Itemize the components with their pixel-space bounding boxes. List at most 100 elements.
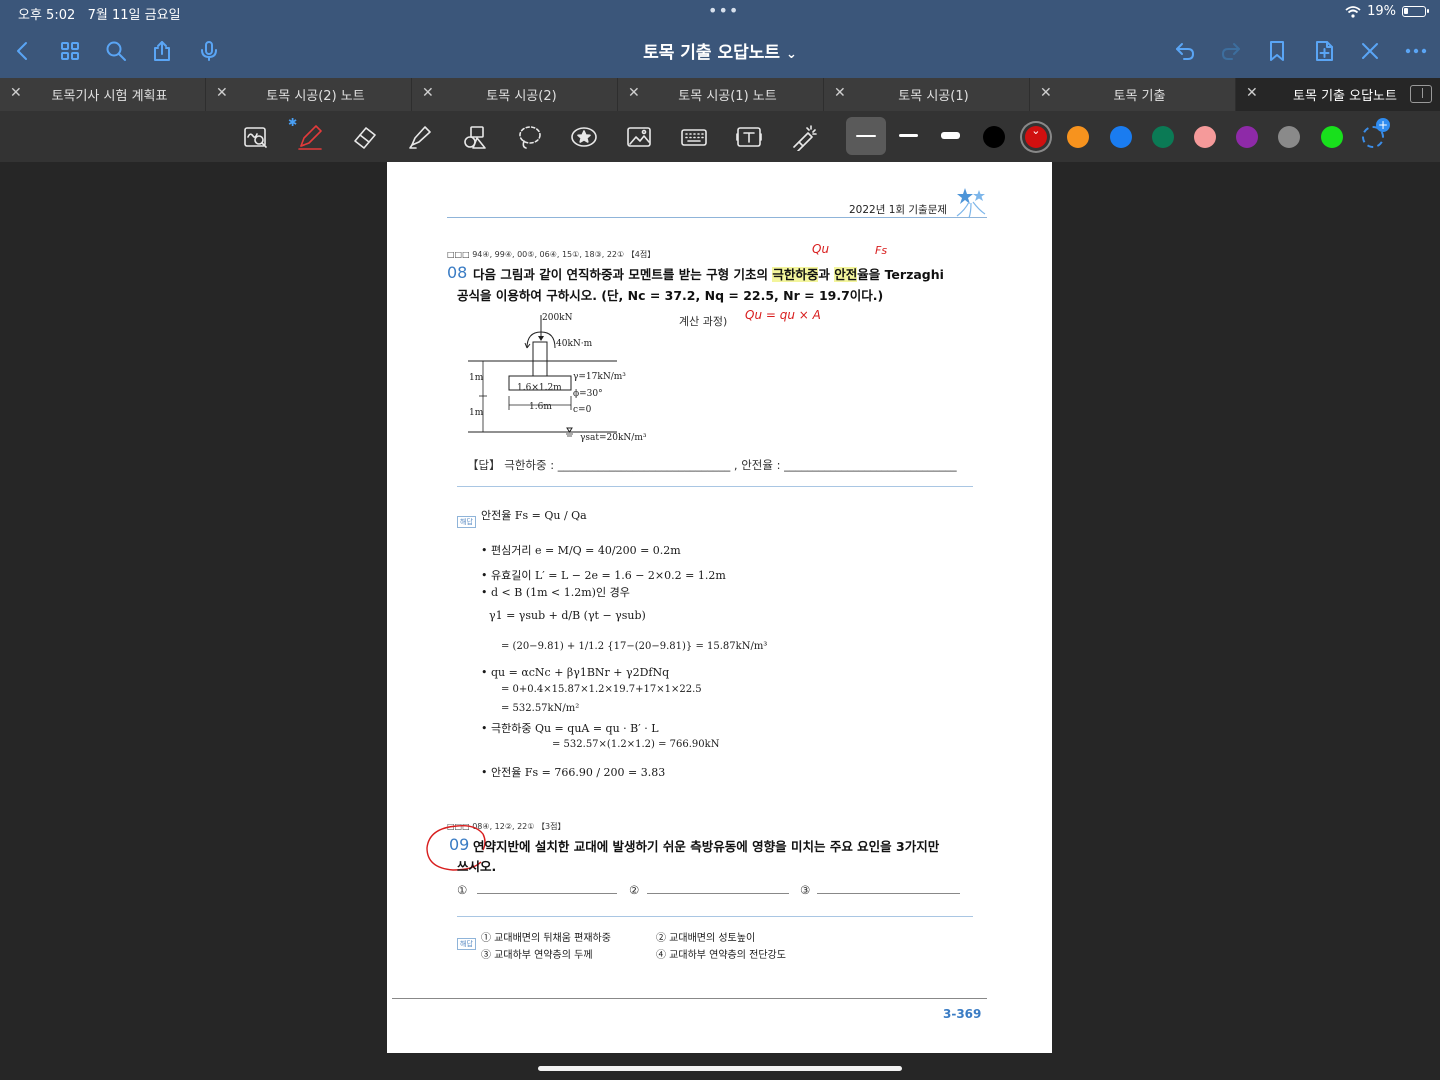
q09-blank-3[interactable]: ③	[800, 883, 810, 897]
tab-label: 토목 기출	[1113, 89, 1166, 104]
sol-line-3: • d < B (1m < 1.2m)인 경우	[481, 586, 630, 599]
solution-badge-text: 해답	[457, 516, 476, 528]
tab-construction-2[interactable]: ✕ 토목 시공(2)	[412, 78, 618, 111]
blank-number: ③	[800, 883, 811, 897]
app-header: 오후 5:02 7월 11일 금요일 ••• 19% 토목 기출 오답노트 ⌄	[0, 0, 1440, 78]
page-number: 3-369	[943, 1007, 982, 1021]
sol-line-11: • 안전율 Fs = 766.90 / 200 = 3.83	[481, 766, 666, 779]
q08-text-a: 다음 그림과 같이 연직하중과 모멘트를 받는 구형 기초의	[473, 267, 773, 282]
color-swatch[interactable]	[983, 126, 1005, 148]
color-swatch[interactable]	[1320, 126, 1343, 148]
tab-close-icon[interactable]: ✕	[834, 85, 846, 101]
tab-exam-plan[interactable]: ✕ 토목기사 시험 계획표	[0, 78, 206, 111]
q09-answer-4: ④ 교대하부 연약층의 전단강도	[656, 950, 786, 961]
fig-phi: ϕ=30°	[573, 389, 603, 399]
fig-width: 1.6m	[529, 402, 552, 412]
q09-text-line2: 쓰시오.	[457, 859, 497, 874]
color-swatch[interactable]	[1109, 126, 1132, 148]
drawing-toolbar	[0, 111, 1440, 162]
tab-close-icon[interactable]: ✕	[628, 85, 640, 101]
footing-figure	[468, 315, 617, 437]
sol-line-8: = 532.57kN/m²	[501, 703, 580, 714]
stroke-medium-option[interactable]	[899, 134, 918, 137]
grid-icon[interactable]	[55, 36, 85, 66]
tab-label: 토목 시공(2)	[486, 89, 557, 104]
fig-gamma: γ=17kN/m³	[573, 372, 626, 382]
tab-close-icon[interactable]: ✕	[422, 85, 434, 101]
zoom-lasso-icon[interactable]	[238, 119, 274, 155]
stars-decoration-icon	[956, 188, 986, 219]
q08-text-line1: 다음 그림과 같이 연직하중과 모멘트를 받는 구형 기초의 극한하중과 안전율…	[473, 264, 944, 283]
q08-highlight-safety: 안전	[834, 267, 858, 282]
calc-process-label: 계산 과정)	[679, 315, 728, 328]
add-page-icon[interactable]	[1309, 36, 1339, 66]
chevron-down-icon[interactable]: ⌄	[786, 47, 797, 62]
status-date: 7월 11일 금요일	[87, 8, 181, 23]
tab-construction-2-note[interactable]: ✕ 토목 시공(2) 노트	[206, 78, 412, 111]
mic-icon[interactable]	[194, 36, 224, 66]
tab-past-exams[interactable]: ✕ 토목 기출	[1030, 78, 1236, 111]
add-color-button[interactable]: +	[1362, 118, 1390, 148]
sticker-icon[interactable]	[566, 119, 602, 155]
image-icon[interactable]	[621, 119, 657, 155]
blank-line	[477, 893, 617, 894]
tab-close-icon[interactable]: ✕	[1246, 85, 1258, 101]
highlighter-icon[interactable]	[402, 119, 438, 155]
color-swatch[interactable]	[1194, 126, 1216, 148]
shapes-icon[interactable]	[457, 119, 493, 155]
tab-close-icon[interactable]: ✕	[1040, 85, 1052, 101]
undo-icon[interactable]	[1170, 36, 1200, 66]
sol-line-7: = 0+0.4×15.87×1.2×19.7+17×1×22.5	[501, 684, 702, 695]
text-box-icon[interactable]	[731, 119, 767, 155]
tab-overview-icon[interactable]	[1410, 85, 1432, 103]
fig-load: 200kN	[542, 313, 573, 323]
q08-answer-blanks[interactable]: 【답】 극한하중 : _____________________________…	[467, 457, 957, 473]
eraser-icon[interactable]	[347, 119, 383, 155]
close-icon[interactable]	[1355, 36, 1385, 66]
color-swatch[interactable]	[1151, 126, 1174, 148]
tab-bar: ✕ 토목기사 시험 계획표 ✕ 토목 시공(2) 노트 ✕ 토목 시공(2) ✕…	[0, 78, 1440, 111]
fig-moment: 40kN·m	[556, 339, 593, 349]
sol-line-2: • 유효길이 L′ = L − 2e = 1.6 − 2×0.2 = 1.2m	[481, 569, 726, 582]
search-icon[interactable]	[101, 36, 131, 66]
wifi-icon	[1345, 5, 1361, 18]
plus-icon: +	[1376, 118, 1390, 132]
q08-highlight-ultimate-load: 극한하중	[772, 267, 819, 282]
home-indicator[interactable]	[538, 1066, 902, 1071]
q08-text-b: 과	[818, 267, 835, 282]
q08-text-line2: 공식을 이용하여 구하시오. (단, Nc = 37.2, Nq = 22.5,…	[457, 288, 884, 303]
keyboard-icon[interactable]	[676, 119, 712, 155]
share-icon[interactable]	[147, 36, 177, 66]
tab-close-icon[interactable]: ✕	[10, 85, 22, 101]
fig-depth-2: 1m	[469, 408, 484, 418]
fig-gamma-sat: γsat=20kN/m³	[580, 433, 647, 443]
tab-label: 토목 시공(1)	[898, 89, 969, 104]
q09-answer-3: ③ 교대하부 연약층의 두께	[481, 950, 593, 961]
stroke-thick-option[interactable]	[941, 132, 960, 139]
fig-depth-1: 1m	[469, 373, 484, 383]
sol-line-9: • 극한하중 Qu = quA = qu · B′ · L	[481, 722, 659, 735]
battery-percent: 19%	[1367, 4, 1396, 19]
status-time: 오후 5:02	[18, 8, 76, 23]
bookmark-icon[interactable]	[1262, 36, 1292, 66]
pen-icon[interactable]	[292, 119, 328, 155]
q09-blank-1[interactable]: ①	[457, 883, 467, 897]
document-title-text[interactable]: 토목 기출 오답노트	[643, 43, 780, 63]
solution-badge-text: 해답	[457, 938, 476, 950]
multitask-dots[interactable]: •••	[708, 1, 739, 20]
document-page[interactable]: 2022년 1회 기출문제 □□□ 94④, 99④, 00⑤, 06④, 15…	[387, 162, 1052, 1053]
more-icon[interactable]	[1401, 36, 1431, 66]
fig-cohesion: c=0	[573, 405, 592, 415]
tab-construction-1[interactable]: ✕ 토목 시공(1)	[824, 78, 1030, 111]
blank-line	[817, 893, 960, 894]
tab-close-icon[interactable]: ✕	[216, 85, 228, 101]
sol-line-6: • qu = αcNc + βγ1BNr + γ2DfNq	[481, 666, 670, 679]
fig-footing-size: 1.6×1.2m	[517, 383, 562, 393]
q09-blank-2[interactable]: ②	[629, 883, 639, 897]
redo-icon[interactable]	[1216, 36, 1246, 66]
laser-pointer-icon[interactable]	[786, 119, 822, 155]
page-header-title: 2022년 1회 기출문제	[849, 204, 948, 216]
back-icon[interactable]	[8, 36, 38, 66]
tab-construction-1-note[interactable]: ✕ 토목 시공(1) 노트	[618, 78, 824, 111]
lasso-icon[interactable]	[512, 119, 548, 155]
